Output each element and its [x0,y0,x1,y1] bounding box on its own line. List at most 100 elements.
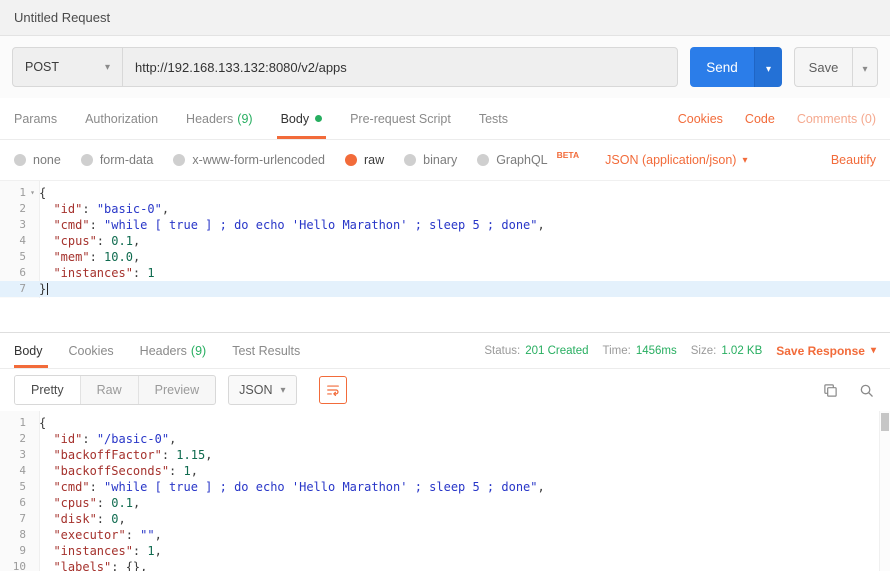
code-text: "id": "/basic-0", [39,431,176,447]
save-response-button[interactable]: Save Response ▾ [776,344,876,358]
fold-spacer [26,281,39,297]
status-value: 201 Created [525,345,588,357]
chevron-down-icon: ▾ [766,64,771,75]
response-toolbar-right [820,380,876,400]
fold-spacer [26,543,39,559]
fold-spacer [26,265,39,281]
code-text: "executor": "", [39,527,162,543]
line-number: 4 [0,233,26,249]
chevron-down-icon: ▾ [280,385,285,396]
body-type-form-data[interactable]: form-data [81,153,154,167]
body-type-graphql[interactable]: GraphQLBETA [477,153,579,167]
fold-spacer [26,495,39,511]
tab-params[interactable]: Params [14,98,71,139]
response-format-select[interactable]: JSON ▾ [228,375,296,405]
response-toolbar: Pretty Raw Preview JSON ▾ [0,369,890,411]
code-line: 4 "cpus": 0.1, [0,233,890,249]
fold-spacer [26,511,39,527]
method-select[interactable]: POST ▾ [13,48,123,86]
line-number: 5 [0,479,26,495]
fold-spacer [26,431,39,447]
view-raw-button[interactable]: Raw [81,376,139,404]
wrap-text-button[interactable] [319,376,347,404]
cookies-link[interactable]: Cookies [678,112,723,126]
body-type-binary[interactable]: binary [404,153,457,167]
time-value: 1456ms [636,345,677,357]
save-button-group: Save ▾ [794,47,878,87]
method-label: POST [25,60,59,74]
body-type-none[interactable]: none [14,153,61,167]
line-number: 3 [0,217,26,233]
code-line: 3 "backoffFactor": 1.15, [0,447,890,463]
url-group: POST ▾ [12,47,678,87]
view-pretty-button[interactable]: Pretty [15,376,81,404]
copy-response-button[interactable] [820,380,840,400]
code-text: "backoffFactor": 1.15, [39,447,212,463]
request-title: Untitled Request [14,10,110,25]
code-line: 1▾{ [0,185,890,201]
beautify-link[interactable]: Beautify [831,153,876,167]
text-cursor [47,283,48,295]
code-line: 9 "instances": 1, [0,543,890,559]
search-response-button[interactable] [856,380,876,400]
postman-app: Untitled Request POST ▾ Send ▾ Save ▾ Pa… [0,0,890,571]
request-tabs: Params Authorization Headers(9) Body Pre… [0,98,890,140]
view-mode-segmented-control: Pretty Raw Preview [14,375,216,405]
radio-icon [404,154,416,166]
code-line: 5 "mem": 10.0, [0,249,890,265]
fold-spacer [26,527,39,543]
fold-spacer [26,447,39,463]
code-text: "instances": 1, [39,543,162,559]
fold-spacer [26,559,39,571]
url-input[interactable] [123,48,677,86]
comments-link[interactable]: Comments (0) [797,112,876,126]
response-tab-test-results[interactable]: Test Results [219,333,313,368]
code-link[interactable]: Code [745,112,775,126]
headers-count-badge: (9) [237,112,252,126]
line-number: 2 [0,201,26,217]
graphql-beta-badge: BETA [557,150,580,160]
send-button[interactable]: Send [690,47,754,87]
content-type-select[interactable]: JSON (application/json) ▾ [605,153,747,167]
send-dropdown-button[interactable]: ▾ [754,47,782,87]
code-line: 2 "id": "/basic-0", [0,431,890,447]
tab-pre-request-script[interactable]: Pre-request Script [336,98,465,139]
line-number: 9 [0,543,26,559]
tab-tests[interactable]: Tests [465,98,522,139]
chevron-down-icon: ▾ [871,345,876,356]
line-number: 3 [0,447,26,463]
tab-headers[interactable]: Headers(9) [172,98,267,139]
body-present-dot-icon [315,115,322,122]
body-type-raw[interactable]: raw [345,153,384,167]
response-tab-body[interactable]: Body [14,333,56,368]
code-text: { [39,415,46,431]
response-tab-headers[interactable]: Headers(9) [127,333,220,368]
code-text: } [39,281,48,297]
save-dropdown-button[interactable]: ▾ [852,47,878,87]
wrap-text-icon [326,383,340,397]
fold-icon[interactable]: ▾ [26,185,39,201]
body-type-urlencoded[interactable]: x-www-form-urlencoded [173,153,325,167]
vertical-scrollbar[interactable] [879,411,890,571]
fold-spacer [26,233,39,249]
search-icon [859,383,874,398]
request-body-editor[interactable]: 1▾{2 "id": "basic-0",3 "cmd": "while [ t… [0,180,890,298]
tab-body[interactable]: Body [267,98,337,139]
line-number: 5 [0,249,26,265]
code-text: "disk": 0, [39,511,126,527]
line-number: 6 [0,495,26,511]
radio-selected-icon [345,154,357,166]
code-line: 2 "id": "basic-0", [0,201,890,217]
save-button[interactable]: Save [794,47,852,87]
code-line: 3 "cmd": "while [ true ] ; do echo 'Hell… [0,217,890,233]
code-line: 7} [0,281,890,297]
radio-icon [477,154,489,166]
view-preview-button[interactable]: Preview [139,376,215,404]
response-body-viewer[interactable]: 1{2 "id": "/basic-0",3 "backoffFactor": … [0,411,890,571]
code-text: "backoffSeconds": 1, [39,463,198,479]
code-line: 6 "instances": 1 [0,265,890,281]
response-tab-cookies[interactable]: Cookies [56,333,127,368]
code-line: 5 "cmd": "while [ true ] ; do echo 'Hell… [0,479,890,495]
scrollbar-thumb[interactable] [881,413,889,431]
tab-authorization[interactable]: Authorization [71,98,172,139]
